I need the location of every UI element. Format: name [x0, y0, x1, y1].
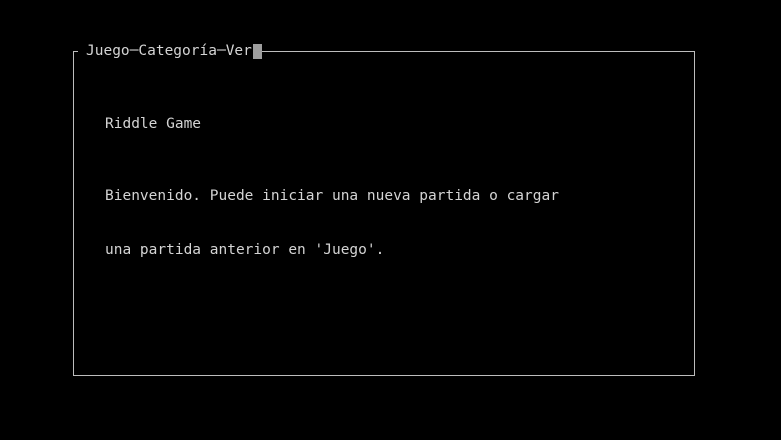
page-title: Riddle Game: [105, 116, 202, 132]
menu-separator: ─: [216, 43, 226, 59]
menu-juego[interactable]: Juego: [86, 42, 130, 60]
main-content: Riddle Game Bienvenido. Puede iniciar un…: [105, 79, 559, 277]
menu-separator: ─: [129, 43, 139, 59]
menu-categoria[interactable]: Categoría: [138, 42, 217, 60]
welcome-message-line: una partida anterior en 'Juego'.: [105, 242, 385, 258]
welcome-message-line: Bienvenido. Puede iniciar una nueva part…: [105, 188, 559, 204]
text-cursor: [252, 43, 262, 59]
menu-ver[interactable]: Ver: [226, 42, 252, 60]
menu-bar: Juego ─ Categoría ─ Ver: [78, 42, 262, 60]
